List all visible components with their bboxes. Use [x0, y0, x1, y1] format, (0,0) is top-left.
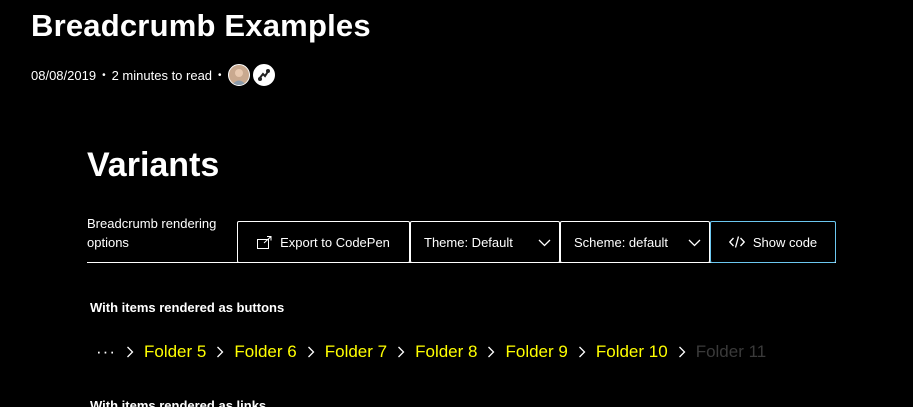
chevron-right-icon [487, 346, 495, 358]
read-time: 2 minutes to read [111, 67, 213, 83]
article-date: 08/08/2019 [31, 67, 97, 83]
contributor-avatar-photo[interactable] [227, 64, 250, 86]
example-label-links: With items rendered as links [90, 398, 267, 407]
example-toolbar: Breadcrumb rendering options Export to C… [87, 216, 836, 263]
chevron-right-icon [578, 346, 586, 358]
meta-separator: • [102, 69, 106, 81]
page-title: Breadcrumb Examples [31, 8, 371, 43]
show-code-button[interactable]: Show code [710, 221, 836, 263]
breadcrumb-item[interactable]: Folder 5 [140, 342, 210, 362]
scheme-dropdown[interactable]: Scheme: default [560, 221, 710, 263]
toolbar-label: Breadcrumb rendering options [87, 216, 217, 250]
overflow-button[interactable]: ··· [92, 342, 120, 362]
code-icon [728, 236, 745, 248]
breadcrumb-item[interactable]: Folder 8 [411, 342, 481, 362]
chevron-down-icon [538, 235, 551, 250]
theme-label: Theme: Default [424, 234, 513, 250]
chevron-right-icon [307, 346, 315, 358]
breadcrumb-item[interactable]: Folder 7 [321, 342, 391, 362]
person-icon [231, 69, 246, 85]
show-code-label: Show code [752, 234, 818, 250]
export-label: Export to CodePen [280, 234, 390, 250]
export-to-codepen-button[interactable]: Export to CodePen [237, 221, 410, 263]
article-meta: 08/08/2019 • 2 minutes to read • [31, 62, 278, 88]
docs-page: Breadcrumb Examples 08/08/2019 • 2 minut… [0, 0, 913, 407]
scheme-label: Scheme: default [574, 234, 668, 250]
chevron-down-icon [688, 235, 701, 250]
meta-separator: • [218, 69, 222, 81]
chevron-right-icon [126, 346, 134, 358]
export-icon [257, 235, 272, 249]
breadcrumb-item[interactable]: Folder 9 [501, 342, 571, 362]
robot-icon [257, 69, 270, 81]
section-title: Variants [87, 146, 220, 184]
chevron-right-icon [397, 346, 405, 358]
chevron-right-icon [216, 346, 224, 358]
breadcrumb-current-item: Folder 11 [695, 342, 767, 361]
contributor-avatar-robot[interactable] [252, 64, 275, 86]
breadcrumb: ··· Folder 5 Folder 6 Folder 7 Folder 8 … [92, 338, 770, 366]
example-label-buttons: With items rendered as buttons [90, 300, 285, 315]
breadcrumb-item[interactable]: Folder 10 [592, 342, 672, 362]
chevron-right-icon [678, 346, 686, 358]
theme-dropdown[interactable]: Theme: Default [410, 221, 560, 263]
breadcrumb-item[interactable]: Folder 6 [230, 342, 300, 362]
